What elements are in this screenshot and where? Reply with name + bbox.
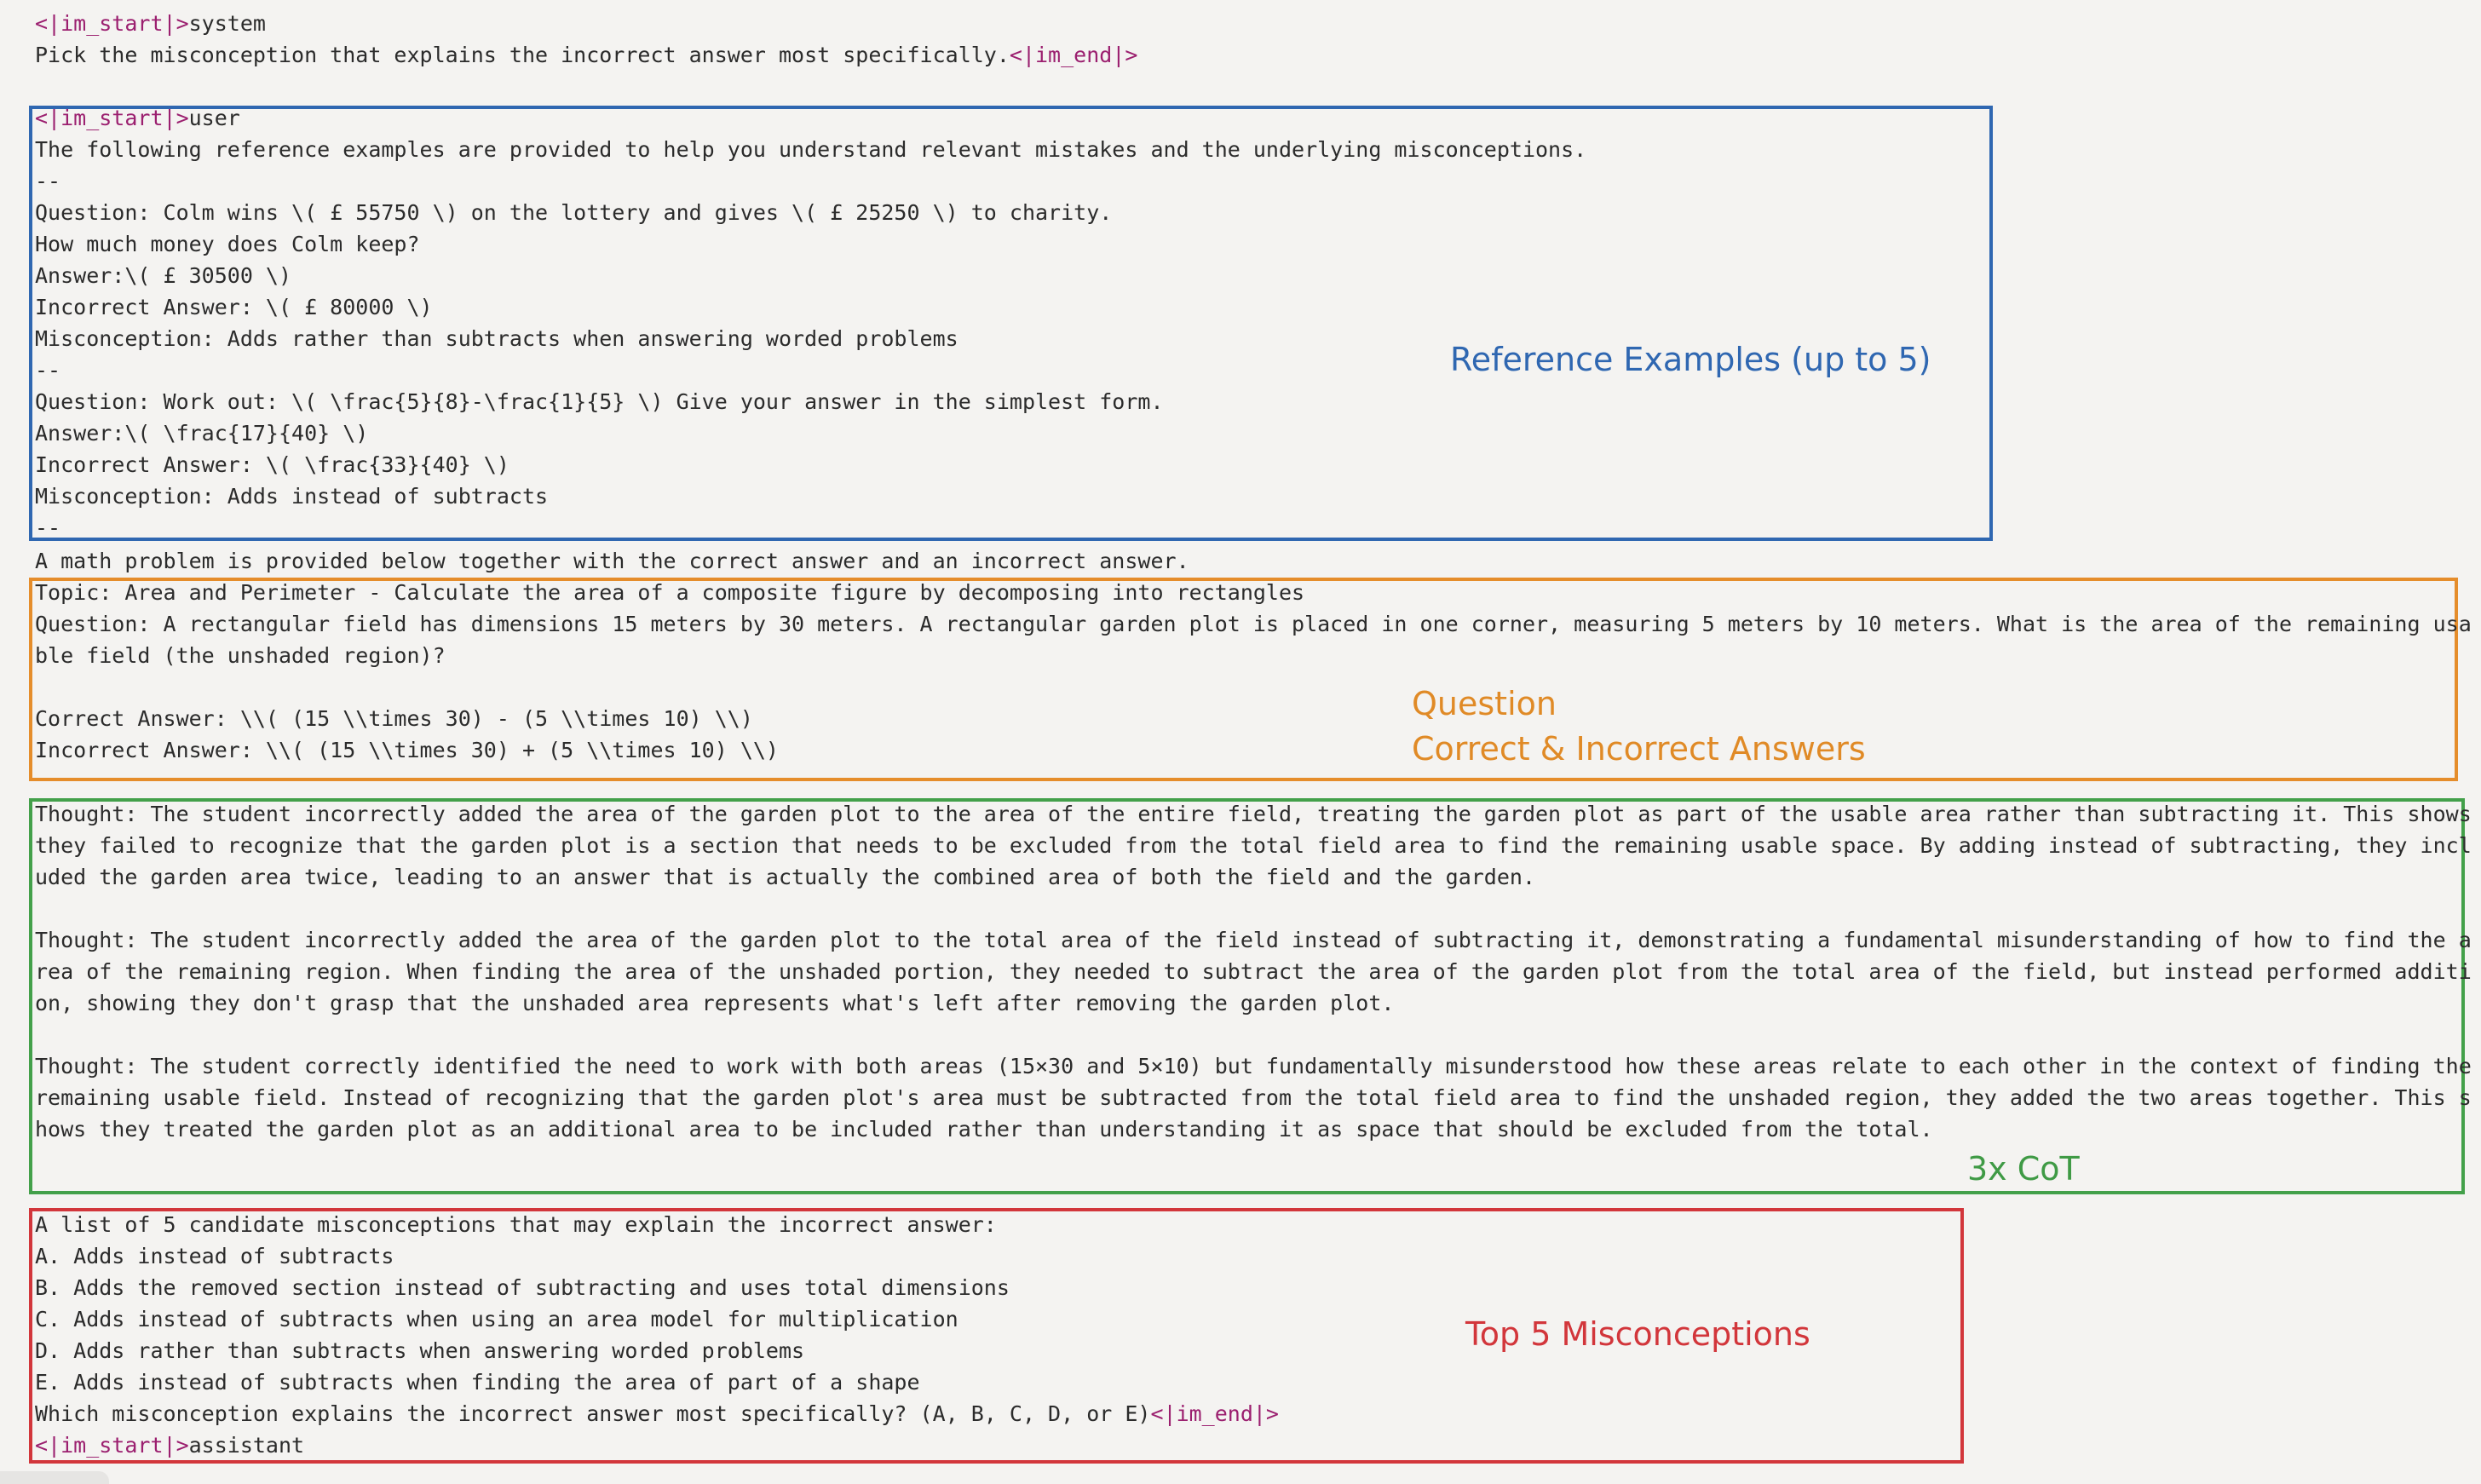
- example-1-misconception: Misconception: Adds rather than subtract…: [35, 326, 958, 351]
- candidates-question-line: Which misconception explains the incorre…: [35, 1398, 1279, 1429]
- thought-1-line-2: they failed to recognize that the garden…: [35, 833, 2472, 858]
- incorrect-answer: Incorrect Answer: \\( (15 \\times 30) + …: [35, 738, 779, 762]
- example-2-question: Question: Work out: \( \frac{5}{8}-\frac…: [35, 389, 1164, 414]
- candidate-a: A. Adds instead of subtracts: [35, 1244, 394, 1268]
- example-1-question-cont: How much money does Colm keep?: [35, 232, 420, 256]
- thought-2-line-3: on, showing they don't grasp that the un…: [35, 991, 1395, 1015]
- correct-answer: Correct Answer: \\( (15 \\times 30) - (5…: [35, 706, 753, 731]
- example-2-misconception: Misconception: Adds instead of subtracts: [35, 484, 549, 509]
- candidate-d: D. Adds rather than subtracts when answe…: [35, 1338, 805, 1363]
- im-end-token: <|im_end|>: [1150, 1401, 1279, 1426]
- example-2-answer: Answer:\( \frac{17}{40} \): [35, 421, 369, 446]
- candidates-intro: A list of 5 candidate misconceptions tha…: [35, 1212, 997, 1237]
- im-start-token: <|im_start|>: [35, 106, 189, 130]
- thought-2-line-1: Thought: The student incorrectly added t…: [35, 928, 2472, 952]
- system-header-line: <|im_start|>system: [35, 8, 266, 39]
- im-start-token: <|im_start|>: [35, 1433, 189, 1458]
- prompt-document: <|im_start|>system Pick the misconceptio…: [0, 0, 2481, 1484]
- example-1-answer: Answer:\( £ 30500 \): [35, 263, 292, 288]
- separator: --: [35, 358, 61, 383]
- scrollbar-stub: [0, 1471, 109, 1484]
- thought-2-line-2: rea of the remaining region. When findin…: [35, 959, 2472, 984]
- separator: --: [35, 515, 61, 540]
- answers-label: Correct & Incorrect Answers: [1412, 730, 1866, 768]
- example-1-incorrect: Incorrect Answer: \( £ 80000 \): [35, 295, 433, 319]
- thought-3-line-3: hows they treated the garden plot as an …: [35, 1117, 1933, 1142]
- user-role: user: [188, 106, 240, 130]
- candidate-c: C. Adds instead of subtracts when using …: [35, 1307, 958, 1332]
- candidates-question: Which misconception explains the incorre…: [35, 1401, 1151, 1426]
- problem-intro: A math problem is provided below togethe…: [35, 549, 1189, 573]
- example-1-question: Question: Colm wins \( £ 55750 \) on the…: [35, 200, 1113, 225]
- im-start-token: <|im_start|>: [35, 11, 189, 36]
- cot-label: 3x CoT: [1967, 1150, 2080, 1188]
- thought-1-line-3: uded the garden area twice, leading to a…: [35, 865, 1535, 889]
- user-header-line: <|im_start|>user: [35, 102, 240, 134]
- system-instruction: Pick the misconception that explains the…: [35, 43, 1010, 67]
- separator: --: [35, 169, 61, 193]
- problem-topic: Topic: Area and Perimeter - Calculate th…: [35, 580, 1305, 605]
- system-role: system: [188, 11, 266, 36]
- problem-question-cont: ble field (the unshaded region)?: [35, 643, 446, 668]
- candidate-b: B. Adds the removed section instead of s…: [35, 1275, 1010, 1300]
- thought-3-line-1: Thought: The student correctly identifie…: [35, 1054, 2472, 1078]
- im-end-token: <|im_end|>: [1009, 43, 1138, 67]
- candidate-e: E. Adds instead of subtracts when findin…: [35, 1370, 920, 1395]
- misconceptions-label: Top 5 Misconceptions: [1465, 1315, 1810, 1353]
- question-label: Question: [1412, 685, 1557, 722]
- reference-intro: The following reference examples are pro…: [35, 137, 1587, 162]
- problem-question: Question: A rectangular field has dimens…: [35, 612, 2472, 636]
- thought-1-line-1: Thought: The student incorrectly added t…: [35, 802, 2472, 826]
- system-instruction-line: Pick the misconception that explains the…: [35, 39, 1137, 71]
- reference-examples-label: Reference Examples (up to 5): [1450, 341, 1931, 378]
- assistant-header-line: <|im_start|>assistant: [35, 1429, 304, 1461]
- example-2-incorrect: Incorrect Answer: \( \frac{33}{40} \): [35, 452, 509, 477]
- assistant-role: assistant: [188, 1433, 305, 1458]
- thought-3-line-2: remaining usable field. Instead of recog…: [35, 1085, 2472, 1110]
